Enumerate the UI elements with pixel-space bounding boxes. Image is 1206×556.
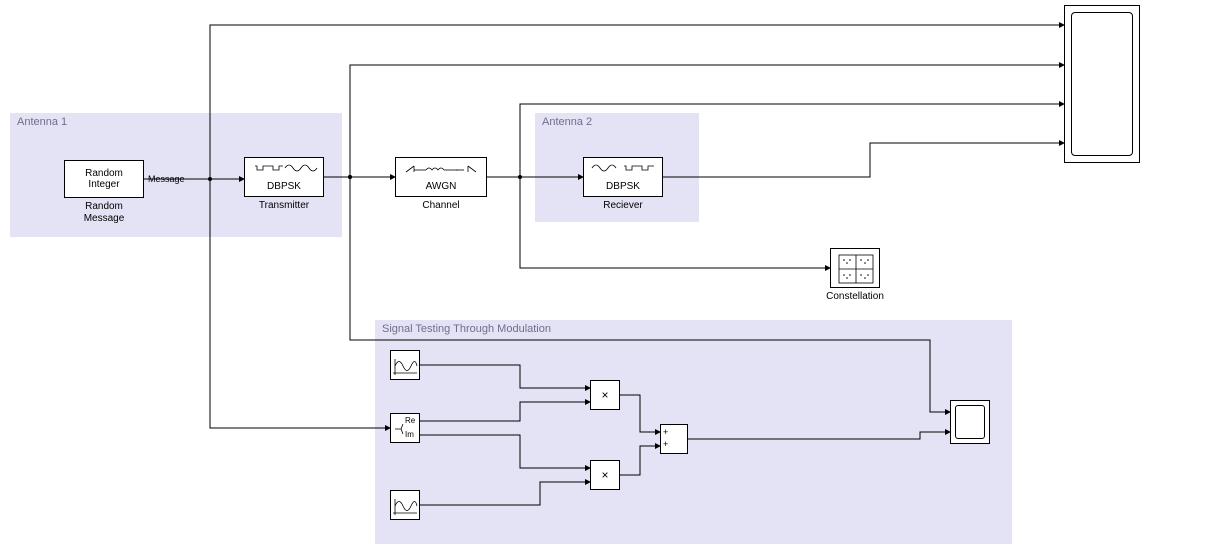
block-sum[interactable]: + + [660, 424, 688, 454]
block-scope-main[interactable] [1064, 5, 1140, 163]
block-transmitter[interactable]: DBPSK [244, 157, 324, 197]
label-random-message: RandomMessage [64, 201, 144, 225]
area-sigtest-label: Signal Testing Through Modulation [382, 323, 551, 335]
label-channel: Channel [395, 200, 487, 211]
sum-p2: + [663, 439, 668, 449]
block-receiver[interactable]: DBPSK [583, 157, 663, 197]
sum-p1: + [663, 427, 668, 437]
mult1-sym: × [601, 388, 608, 402]
block-multiply-2[interactable]: × [590, 460, 620, 490]
label-transmitter: Transmitter [244, 200, 324, 211]
block-complex-to-reim[interactable]: Re Im [390, 413, 420, 443]
channel-text: AWGN [396, 181, 486, 192]
area-antenna1-label: Antenna 1 [17, 116, 67, 128]
randint-text2: Integer [88, 179, 119, 190]
transmitter-text: DBPSK [245, 181, 323, 192]
area-antenna2-label: Antenna 2 [542, 116, 592, 128]
block-scope-2[interactable] [950, 400, 990, 444]
label-constellation: Constellation [810, 291, 900, 302]
mult2-sym: × [601, 468, 608, 482]
port-message: Message [148, 174, 185, 184]
block-random-integer[interactable]: Random Integer [64, 160, 144, 198]
receiver-text: DBPSK [584, 181, 662, 192]
block-channel[interactable]: AWGN [395, 157, 487, 197]
block-multiply-1[interactable]: × [590, 380, 620, 410]
randint-text1: Random [85, 168, 123, 179]
reim-im-label: Im [405, 430, 414, 439]
block-constellation[interactable] [830, 248, 880, 288]
area-sigtest: Signal Testing Through Modulation [375, 320, 1012, 544]
label-receiver: Reciever [583, 200, 663, 211]
block-sinewave-1[interactable] [390, 350, 420, 380]
block-sinewave-2[interactable] [390, 490, 420, 520]
reim-re-label: Re [405, 416, 415, 425]
